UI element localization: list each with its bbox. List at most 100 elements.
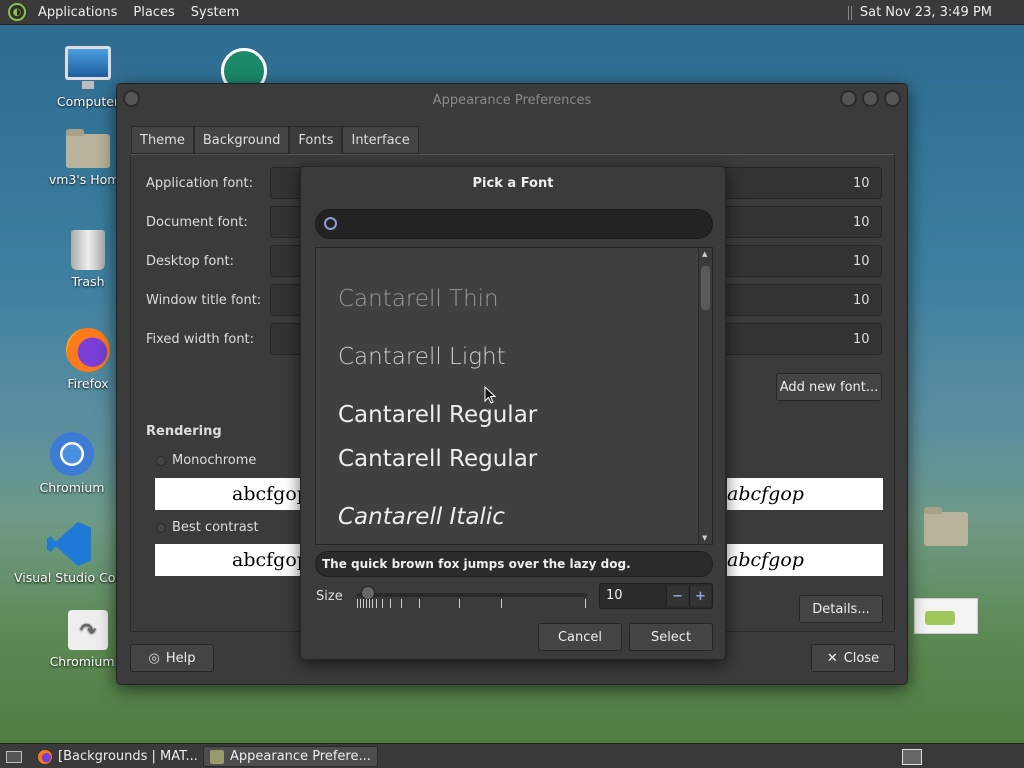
scroll-up-icon[interactable]: ▲ <box>702 250 707 258</box>
window-menu-button[interactable] <box>123 90 140 107</box>
application-font-size: 10 <box>853 176 870 191</box>
help-button[interactable]: ◎ Help <box>130 644 214 672</box>
size-slider-track[interactable] <box>357 593 587 597</box>
chromium-icon <box>50 432 94 476</box>
mouse-pointer-icon <box>484 386 496 404</box>
show-desktop-icon <box>6 750 22 763</box>
rendering-heading: Rendering <box>146 424 222 439</box>
folder-icon <box>924 507 968 546</box>
window-title-font-size: 10 <box>853 293 870 308</box>
panel-menu-bar: Applications Places System <box>30 0 247 25</box>
fixed-width-font-size: 10 <box>853 332 870 347</box>
maximize-button[interactable] <box>862 90 879 107</box>
best-contrast-preview-right: abcfgop <box>727 544 883 576</box>
window-title: Appearance Preferences <box>432 92 592 108</box>
close-window-button[interactable] <box>884 90 901 107</box>
image-file-icon <box>914 598 978 634</box>
close-label: Close <box>843 650 880 666</box>
font-list-scrollbar[interactable]: ▲ ▼ <box>698 248 712 544</box>
application-font-label: Application font: <box>146 176 254 191</box>
desktop-icon-image[interactable] <box>900 598 992 638</box>
tab-background[interactable]: Background <box>193 126 290 154</box>
trash-icon <box>71 230 105 270</box>
size-label: Size <box>316 589 343 604</box>
font-item[interactable]: Cantarell Italic <box>338 504 505 530</box>
dialog-title: Pick a Font <box>472 175 554 191</box>
add-new-font-button[interactable]: Add new font... <box>776 373 882 401</box>
best-contrast-option[interactable]: Best contrast <box>156 520 259 535</box>
workspace-switcher[interactable] <box>896 746 928 767</box>
system-menu[interactable]: System <box>183 5 247 20</box>
tab-bar: Theme Background Fonts Interface <box>131 126 419 154</box>
show-desktop-button[interactable] <box>2 746 26 767</box>
places-menu[interactable]: Places <box>125 5 182 20</box>
sample-text-field[interactable]: The quick brown fox jumps over the lazy … <box>315 551 713 577</box>
best-contrast-label: Best contrast <box>172 520 259 535</box>
monochrome-preview-left: abcfgop <box>155 478 305 510</box>
desktop-icon-vscode[interactable]: Visual Studio Code <box>14 522 124 585</box>
task-appearance-preferences[interactable]: Appearance Prefere... <box>203 746 378 767</box>
size-spinbutton[interactable]: 10 − + <box>599 583 713 609</box>
home-folder-icon <box>66 129 110 168</box>
applications-menu[interactable]: Applications <box>30 5 125 20</box>
pick-a-font-dialog: Pick a Font Cantarell Thin Cantarell Lig… <box>300 166 726 660</box>
font-item[interactable]: Cantarell Regular <box>338 446 537 472</box>
mate-logo-icon[interactable]: ◐ <box>8 3 26 21</box>
firefox-icon <box>38 749 52 764</box>
panel-tray: Sat Nov 23, 3:49 PM <box>847 0 1024 25</box>
desktop-icon-label: Chromium <box>39 480 105 495</box>
monochrome-radio[interactable] <box>156 455 166 466</box>
decrease-size-button[interactable]: − <box>666 586 688 606</box>
font-item[interactable]: Cantarell Light <box>338 344 506 370</box>
document-font-size: 10 <box>853 215 870 230</box>
help-icon: ◎ <box>148 650 160 666</box>
fixed-width-font-label: Fixed width font: <box>146 332 255 347</box>
desktop-font-size: 10 <box>853 254 870 269</box>
size-slider-handle[interactable] <box>361 586 375 600</box>
size-value: 10 <box>606 588 623 603</box>
desktop-icon-folder[interactable] <box>900 507 992 550</box>
scroll-down-icon[interactable]: ▼ <box>702 534 707 542</box>
chromium-launcher-icon: ↷ <box>68 610 108 650</box>
best-contrast-preview-left: abcfgop <box>155 544 305 576</box>
increase-size-button[interactable]: + <box>689 586 711 606</box>
appearance-icon <box>210 749 224 764</box>
minimize-button[interactable] <box>840 90 857 107</box>
font-list[interactable]: Cantarell Thin Cantarell Light Cantarell… <box>315 247 713 545</box>
top-panel: ◐ Applications Places System Sat Nov 23,… <box>0 0 1024 25</box>
workspace-icon <box>902 748 922 765</box>
task-backgrounds[interactable]: [Backgrounds | MAT... <box>32 746 204 767</box>
firefox-icon <box>66 328 110 372</box>
panel-separator <box>847 5 852 20</box>
details-button[interactable]: Details... <box>799 595 883 623</box>
desktop-icon-label: Visual Studio Code <box>14 570 116 585</box>
tab-theme[interactable]: Theme <box>131 126 194 154</box>
task-label: [Backgrounds | MAT... <box>58 749 198 764</box>
desktop-icon-chromium[interactable]: Chromium <box>26 432 118 495</box>
font-item[interactable]: Cantarell Thin <box>338 286 499 312</box>
vscode-icon <box>47 522 91 566</box>
close-button[interactable]: ✕ Close <box>811 644 895 672</box>
monochrome-option[interactable]: Monochrome <box>156 453 256 468</box>
tab-interface[interactable]: Interface <box>342 126 419 154</box>
help-label: Help <box>165 650 196 666</box>
task-label: Appearance Prefere... <box>230 749 371 764</box>
font-search-field[interactable] <box>315 209 713 239</box>
best-contrast-radio[interactable] <box>156 522 166 533</box>
search-icon <box>324 217 337 230</box>
tab-fonts[interactable]: Fonts <box>289 126 343 154</box>
clock[interactable]: Sat Nov 23, 3:49 PM <box>860 5 1024 20</box>
window-titlebar[interactable]: Appearance Preferences <box>117 84 907 116</box>
desktop-font-label: Desktop font: <box>146 254 234 269</box>
monochrome-label: Monochrome <box>172 453 257 468</box>
computer-icon <box>65 46 111 89</box>
bottom-taskbar: [Backgrounds | MAT... Appearance Prefere… <box>0 743 1024 768</box>
select-button[interactable]: Select <box>629 623 713 651</box>
font-item[interactable]: Cantarell Regular <box>338 402 537 428</box>
scrollbar-thumb[interactable] <box>701 266 710 310</box>
cancel-button[interactable]: Cancel <box>538 623 622 651</box>
document-font-label: Document font: <box>146 215 248 230</box>
monochrome-preview-right: abcfgop <box>727 478 883 510</box>
close-icon: ✕ <box>826 650 838 666</box>
window-title-font-label: Window title font: <box>146 293 262 308</box>
